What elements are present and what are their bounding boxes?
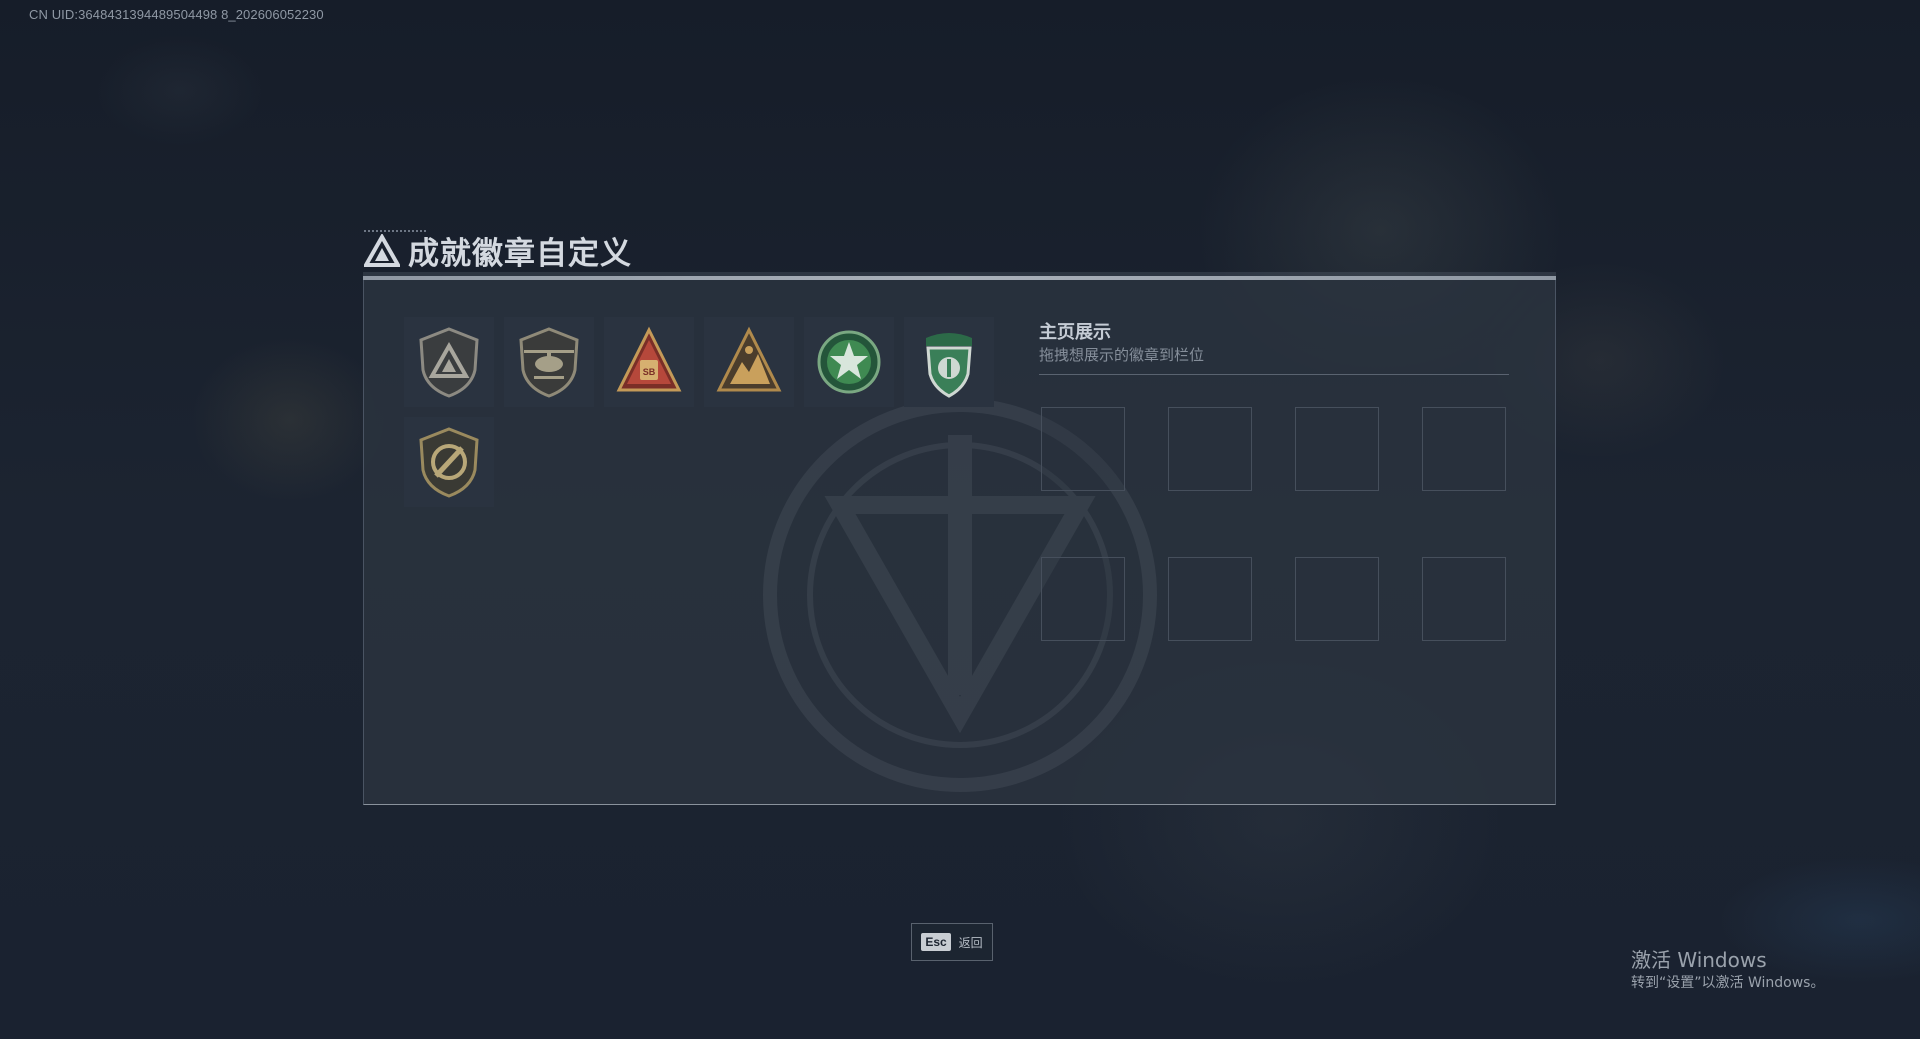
showcase-slot[interactable] bbox=[1295, 557, 1379, 641]
green-winged-shield-badge-icon bbox=[926, 333, 972, 398]
showcase-slots bbox=[1041, 407, 1511, 643]
showcase-slot[interactable] bbox=[1295, 407, 1379, 491]
helicopter-shield-badge-icon bbox=[519, 327, 579, 398]
badge-grid: SB bbox=[404, 317, 1004, 507]
delta-logo-icon bbox=[364, 233, 400, 267]
svg-text:SB: SB bbox=[643, 367, 656, 377]
badge-item[interactable] bbox=[404, 417, 494, 507]
red-triangle-sb-badge-icon: SB bbox=[616, 326, 682, 392]
badge-item[interactable] bbox=[904, 317, 994, 407]
windows-activation-title: 激活 Windows bbox=[1631, 948, 1767, 972]
badge-item[interactable]: SB bbox=[604, 317, 694, 407]
showcase-slot[interactable] bbox=[1168, 407, 1252, 491]
slashed-shield-badge-icon bbox=[419, 427, 479, 498]
back-button[interactable]: Esc 返回 bbox=[911, 923, 993, 961]
page-header: 成就徽章自定义 bbox=[364, 228, 632, 273]
green-star-medal-badge-icon bbox=[817, 330, 881, 394]
showcase-slot[interactable] bbox=[1422, 557, 1506, 641]
uid-label: CN UID:3648431394489504498 8_20260605223… bbox=[29, 7, 324, 22]
showcase-slot[interactable] bbox=[1422, 407, 1506, 491]
page-title: 成就徽章自定义 bbox=[408, 236, 632, 272]
windows-activation-subtitle: 转到“设置”以激活 Windows。 bbox=[1631, 975, 1825, 991]
showcase-title: 主页展示 bbox=[1039, 322, 1111, 343]
badge-item[interactable] bbox=[804, 317, 894, 407]
showcase-slot[interactable] bbox=[1041, 407, 1125, 491]
showcase-slot[interactable] bbox=[1168, 557, 1252, 641]
mountain-triangle-badge-icon bbox=[716, 326, 782, 392]
panel-top-bar bbox=[363, 276, 1556, 280]
badge-item[interactable] bbox=[404, 317, 494, 407]
shield-triangle-badge-icon bbox=[419, 327, 479, 398]
showcase-divider bbox=[1039, 374, 1509, 375]
badge-item[interactable] bbox=[504, 317, 594, 407]
showcase-subtitle: 拖拽想展示的徽章到栏位 bbox=[1039, 346, 1205, 364]
showcase-slot[interactable] bbox=[1041, 557, 1125, 641]
back-label: 返回 bbox=[958, 935, 983, 950]
badge-item[interactable] bbox=[704, 317, 794, 407]
esc-key-hint: Esc bbox=[921, 933, 951, 951]
